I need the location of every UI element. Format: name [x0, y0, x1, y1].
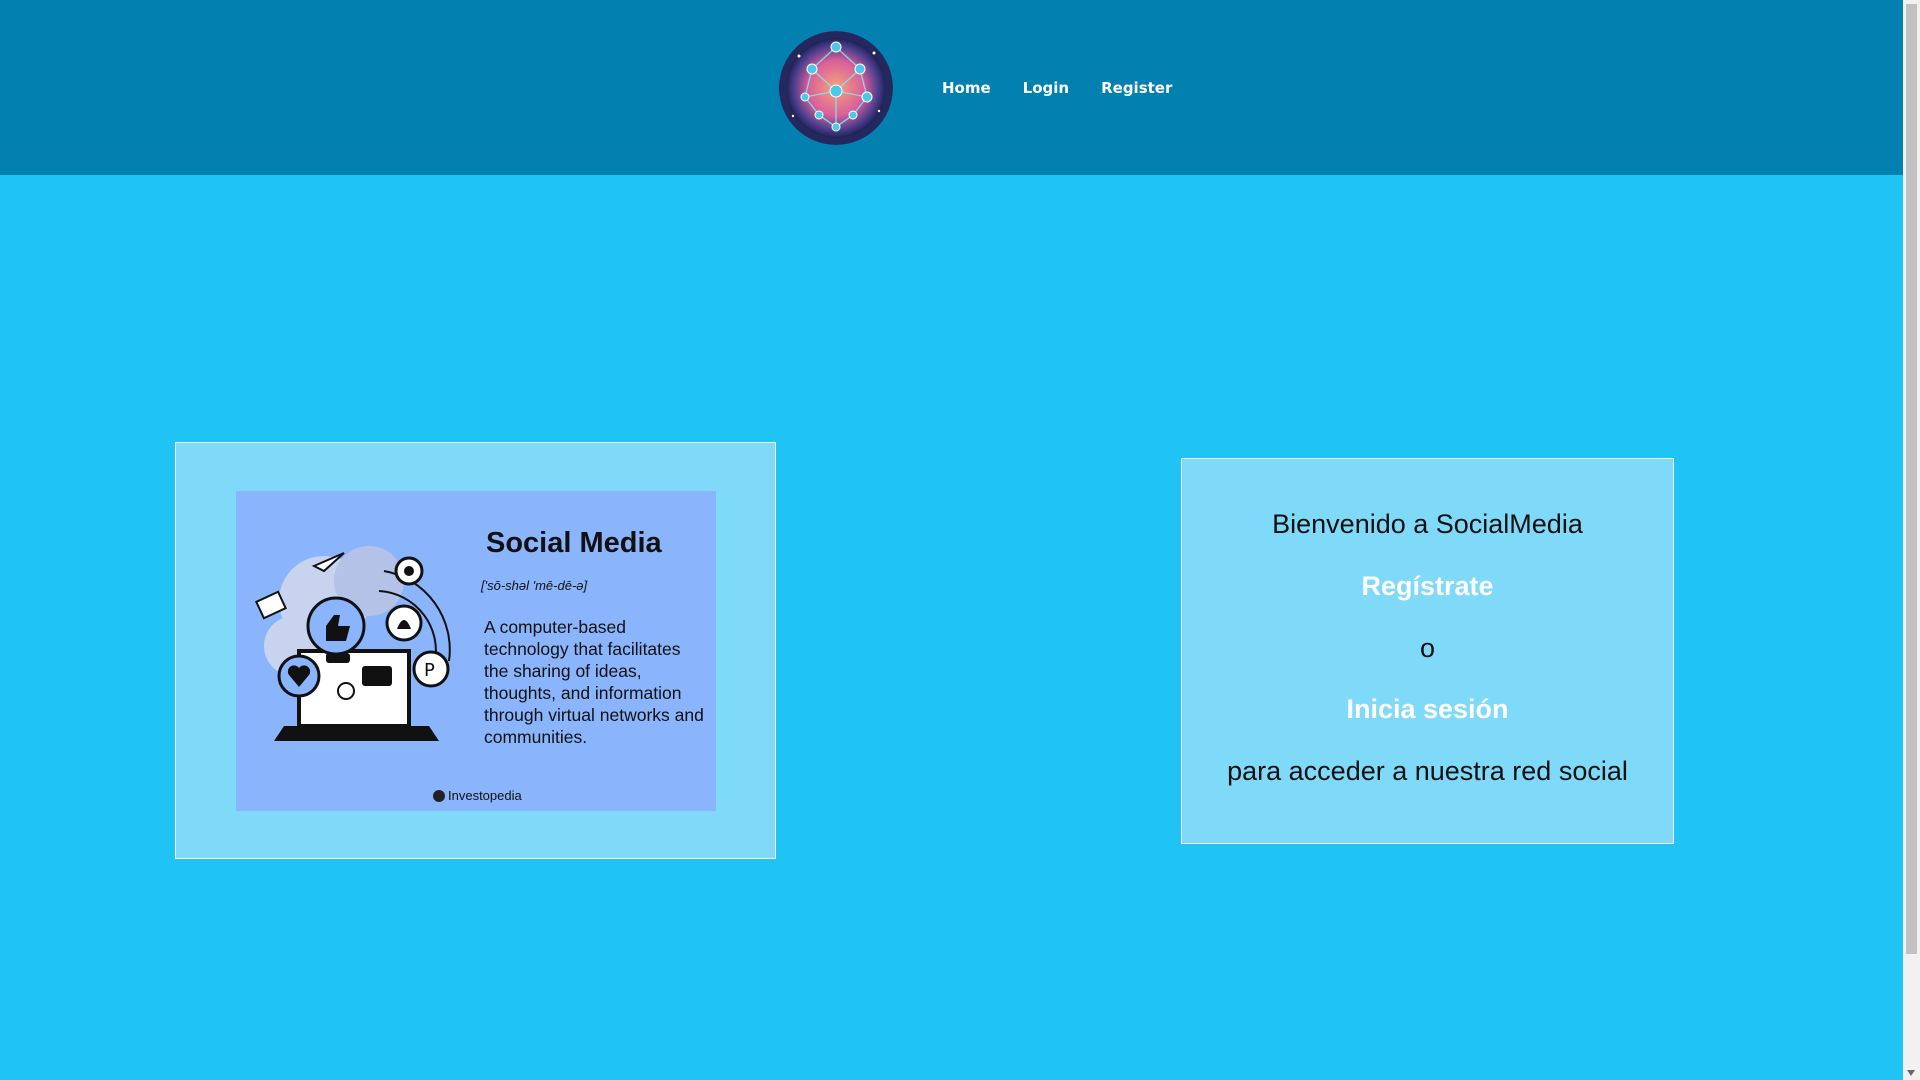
register-link[interactable]: Regístrate: [1182, 571, 1673, 602]
image-card: P Social Media ['sō-shəl 'mē-dē-ə] A com…: [175, 442, 776, 859]
login-link[interactable]: Inicia sesión: [1182, 694, 1673, 725]
svg-text:P: P: [424, 660, 435, 681]
nav-login-link[interactable]: Login: [1023, 79, 1069, 97]
welcome-tagline: para acceder a nuestra red social: [1227, 756, 1628, 786]
or-text: o: [1419, 633, 1436, 663]
nav-home-link[interactable]: Home: [942, 79, 991, 97]
definition-brand: Investopedia: [433, 788, 522, 803]
nav-register-link[interactable]: Register: [1101, 79, 1172, 97]
definition-title: Social Media: [486, 527, 662, 559]
definition-text: A computer-based technology that facilit…: [484, 617, 704, 747]
welcome-card: Bienvenido a SocialMedia Regístrate o In…: [1181, 458, 1674, 844]
vertical-scrollbar[interactable]: [1903, 0, 1920, 1080]
main-nav: Home Login Register: [942, 79, 1172, 97]
brand-name: Investopedia: [448, 788, 522, 803]
logo-icon[interactable]: [779, 31, 893, 145]
investopedia-logo-icon: [433, 789, 445, 802]
social-media-definition-image: P Social Media ['sō-shəl 'mē-dē-ə] A com…: [236, 491, 716, 811]
social-media-illustration-icon: P: [254, 546, 451, 741]
definition-phonetic: ['sō-shəl 'mē-dē-ə]: [481, 578, 588, 593]
site-header: Home Login Register: [0, 0, 1903, 175]
scroll-down-arrow-icon[interactable]: [1907, 1070, 1915, 1076]
scrollbar-thumb[interactable]: [1906, 4, 1917, 954]
welcome-greeting: Bienvenido a SocialMedia: [1272, 509, 1583, 539]
